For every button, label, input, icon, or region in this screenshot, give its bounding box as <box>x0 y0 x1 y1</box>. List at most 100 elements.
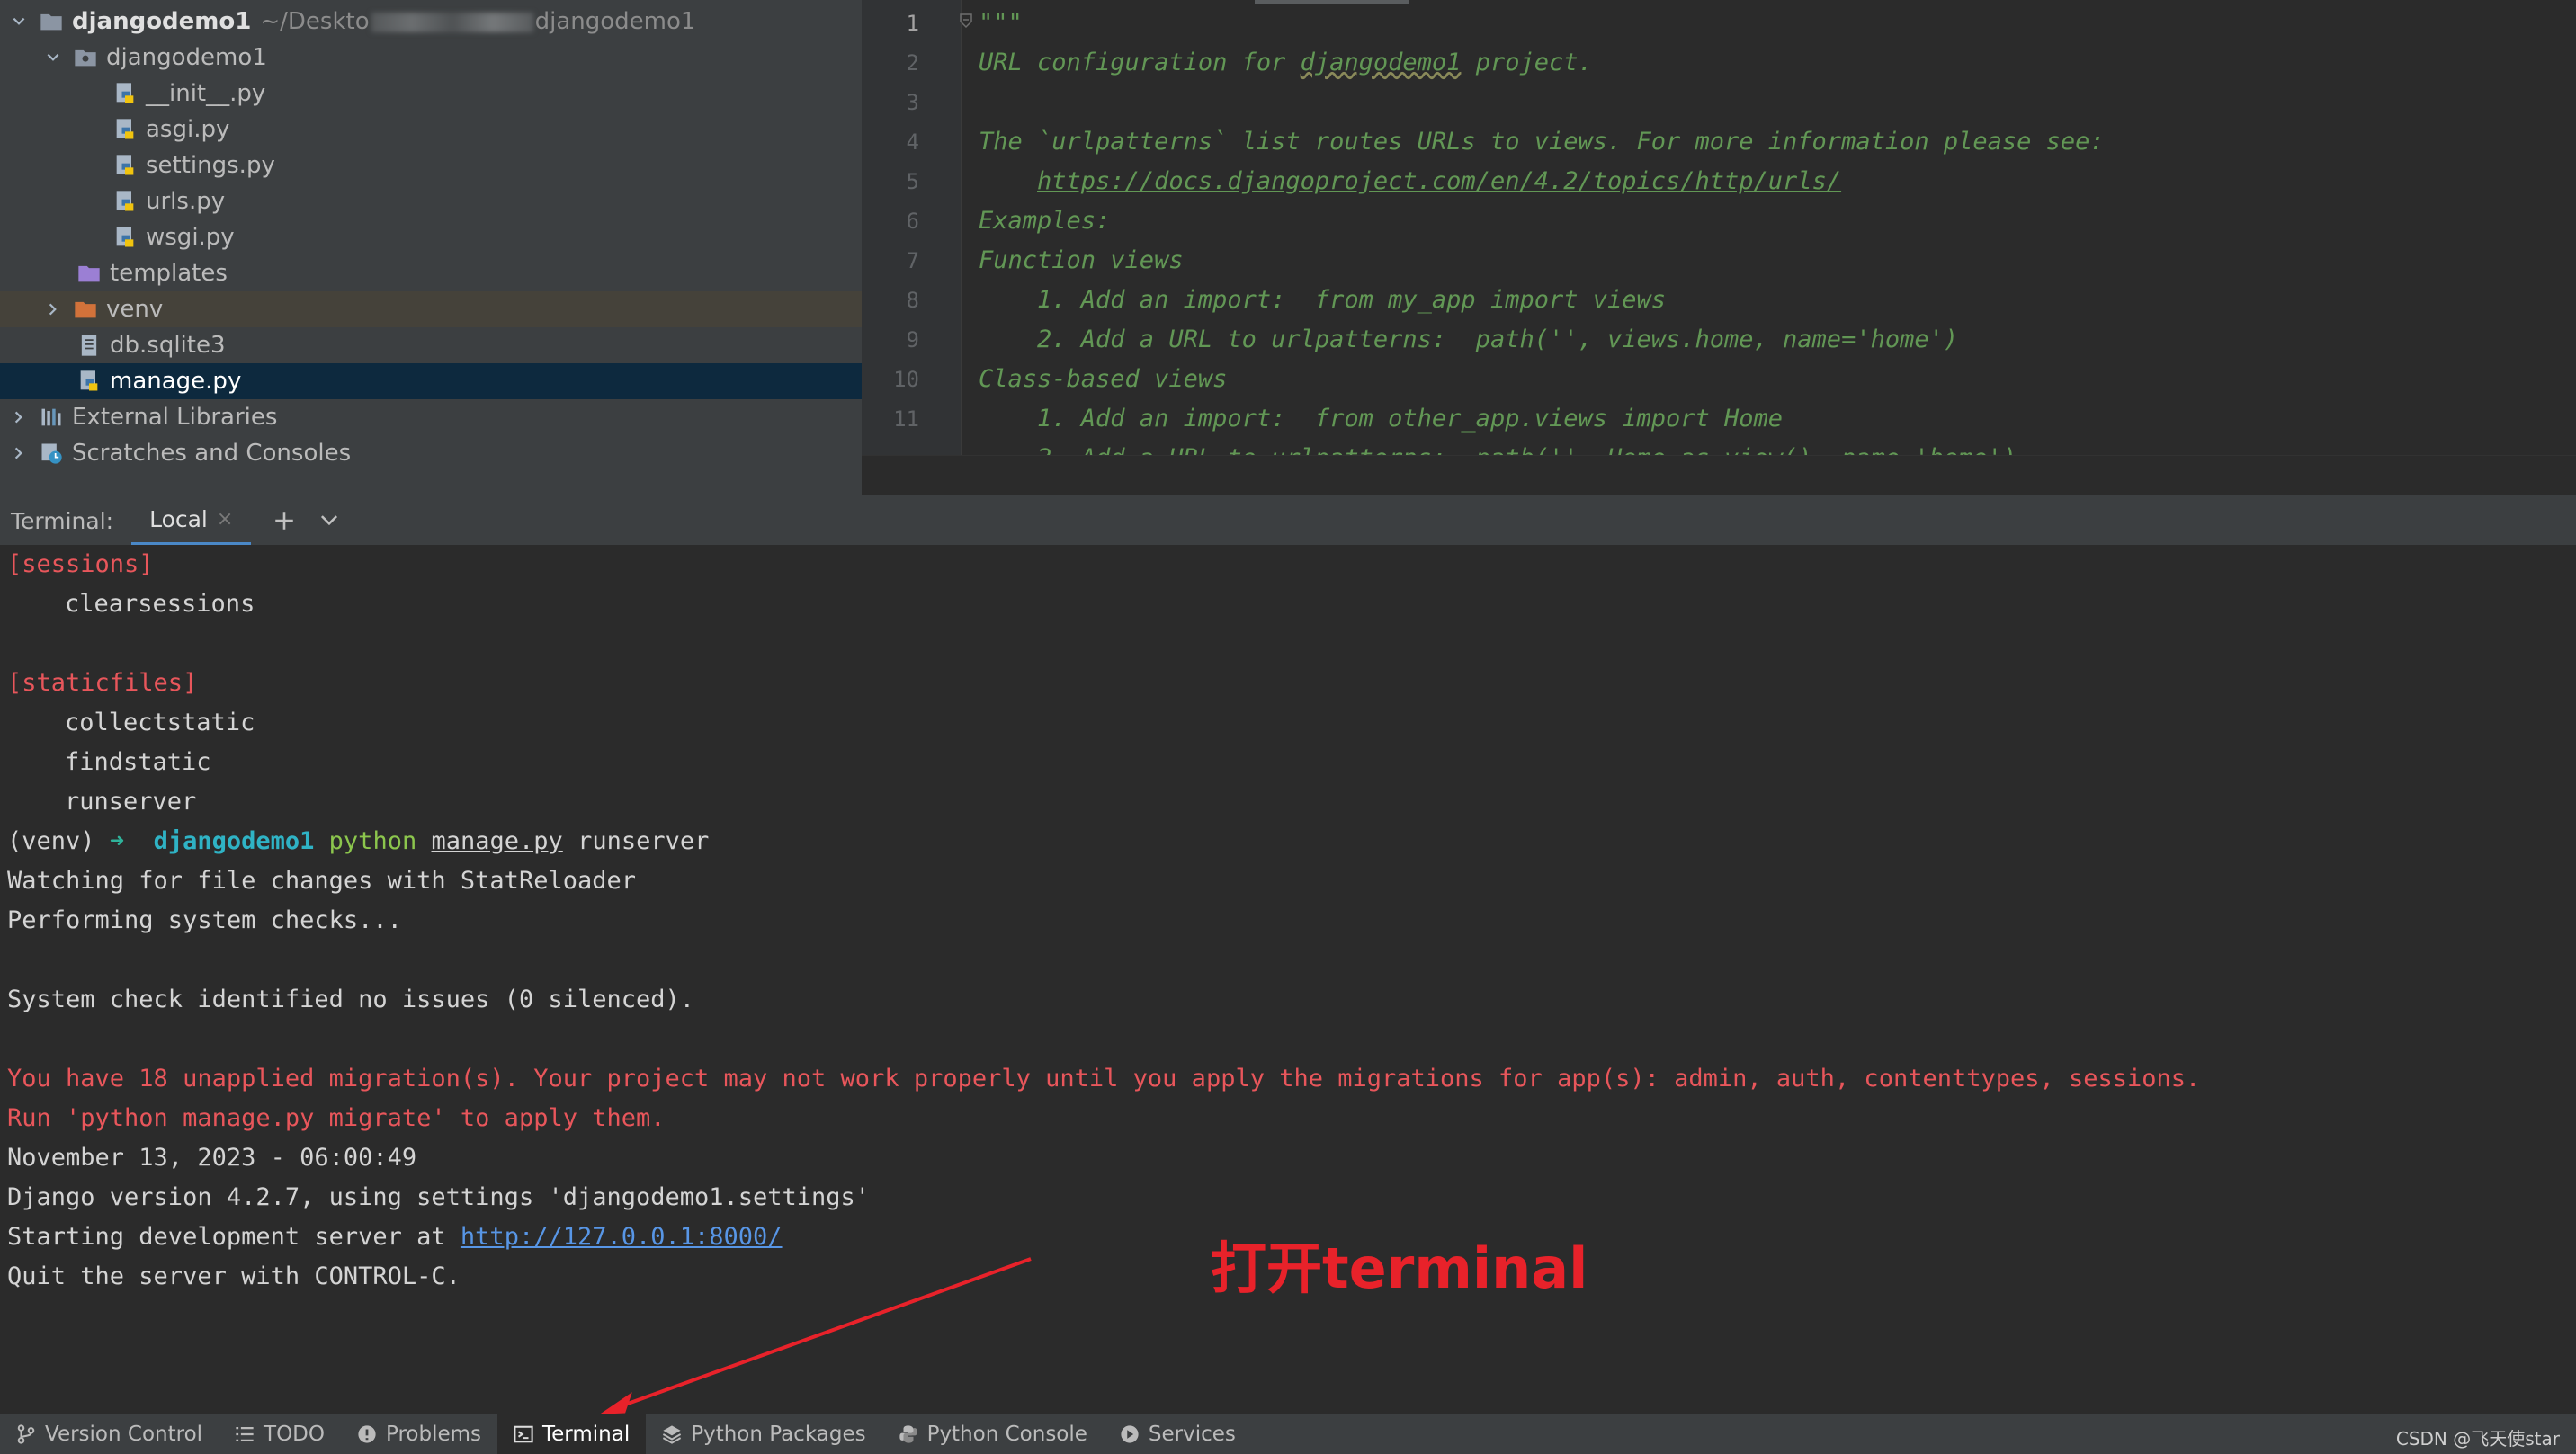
terminal-line: findstatic <box>65 748 211 776</box>
code-editor[interactable]: 1 2 3 4 5 6 7 8 9 10 11 """ URL configur… <box>862 0 2576 495</box>
services-button[interactable]: Services <box>1104 1414 1252 1454</box>
code-line: The `urlpatterns` list routes URLs to vi… <box>979 128 2105 156</box>
code-line: 1. Add an import: from other_app.views i… <box>979 405 1784 433</box>
redacted-path <box>371 12 533 32</box>
templates-folder-name: templates <box>110 260 228 287</box>
line-number: 4 <box>906 129 919 155</box>
code-line: https://docs.djangoproject.com/en/4.2/to… <box>979 162 1841 201</box>
plus-icon <box>275 512 294 530</box>
file-name: urls.py <box>146 188 226 215</box>
watermark: CSDN @飞天使star <box>2395 1428 2560 1450</box>
tree-external-libraries-row[interactable]: External Libraries <box>0 399 862 435</box>
line-number: 2 <box>906 50 919 76</box>
tab-local-label: Local <box>149 505 208 532</box>
terminal-title: Terminal: <box>11 507 114 534</box>
file-name: __init__.py <box>146 80 266 107</box>
python-icon <box>899 1425 917 1443</box>
layers-icon <box>663 1425 682 1444</box>
terminal-prompt: (venv) ➜ djangodemo1 python manage.py ru… <box>7 827 710 855</box>
tool-window-bar: Version Control TODO Problems Terminal P… <box>0 1414 2576 1454</box>
code-line: URL configuration for djangodemo1 projec… <box>979 49 1593 76</box>
python-file-icon <box>112 188 139 215</box>
code-line: """ <box>979 9 1023 37</box>
terminal-line: Performing system checks... <box>7 906 402 934</box>
terminal-line: Watching for file changes with StatReloa… <box>7 867 636 895</box>
terminal-warning-line: Run 'python manage.py migrate' to apply … <box>7 1104 666 1132</box>
terminal-line: Django version 4.2.7, using settings 'dj… <box>7 1183 871 1211</box>
python-console-button[interactable]: Python Console <box>882 1414 1104 1454</box>
tree-file-row-selected[interactable]: manage.py <box>0 363 862 399</box>
python-file-icon <box>112 152 139 179</box>
info-icon <box>358 1425 376 1443</box>
database-file-icon <box>76 332 103 359</box>
line-number: 5 <box>906 169 919 194</box>
list-icon <box>236 1427 254 1441</box>
venv-folder-name: venv <box>106 296 164 323</box>
project-name-token: djangodemo1 <box>1300 49 1462 76</box>
terminal-button[interactable]: Terminal <box>497 1414 647 1454</box>
chevron-down-icon[interactable] <box>9 12 29 31</box>
prompt-arrow-icon: ➜ <box>109 827 125 855</box>
tree-venv-row[interactable]: venv <box>0 291 862 327</box>
scratches-label: Scratches and Consoles <box>72 440 352 467</box>
line-number: 1 <box>906 11 919 36</box>
tree-scratches-row[interactable]: Scratches and Consoles <box>0 435 862 471</box>
python-file-icon <box>112 224 139 251</box>
package-name: djangodemo1 <box>106 44 267 71</box>
terminal-icon <box>514 1425 533 1443</box>
line-number: 7 <box>906 248 919 273</box>
python-packages-button[interactable]: Python Packages <box>646 1414 881 1454</box>
terminal-line: runserver <box>65 788 197 816</box>
tree-templates-row[interactable]: templates <box>0 255 862 291</box>
chevron-right-icon[interactable] <box>9 443 29 463</box>
fold-marker-icon[interactable] <box>959 13 973 29</box>
line-number-gutter: 1 2 3 4 5 6 7 8 9 10 11 <box>862 0 962 455</box>
code-line: 1. Add an import: from my_app import vie… <box>979 286 1667 314</box>
terminal-line: November 13, 2023 - 06:00:49 <box>7 1144 417 1172</box>
server-url-link[interactable]: http://127.0.0.1:8000/ <box>461 1223 783 1251</box>
scratches-icon <box>38 440 65 467</box>
docs-link[interactable]: https://docs.djangoproject.com/en/4.2/to… <box>1037 167 1841 195</box>
terminal-line: [staticfiles] <box>7 669 198 697</box>
line-number: 9 <box>906 327 919 352</box>
problems-button[interactable]: Problems <box>341 1414 497 1454</box>
chevron-right-icon[interactable] <box>9 407 29 427</box>
folder-icon <box>38 8 65 35</box>
tree-file-row[interactable]: __init__.py <box>0 76 862 112</box>
code-line: Class-based views <box>979 365 1228 393</box>
excluded-folder-icon <box>72 296 99 323</box>
new-tab-button[interactable] <box>273 509 296 532</box>
terminal-toolbar: Terminal: Local × <box>0 495 2576 547</box>
tree-file-row[interactable]: settings.py <box>0 147 862 183</box>
line-number: 11 <box>893 406 919 432</box>
todo-button[interactable]: TODO <box>219 1414 341 1454</box>
code-line: Examples: <box>979 207 1111 235</box>
terminal-line: [sessions] <box>7 550 154 578</box>
file-name: asgi.py <box>146 116 230 143</box>
external-libraries-label: External Libraries <box>72 404 278 431</box>
project-tree-panel: djangodemo1 ~/Deskto djangodemo1 djangode… <box>0 0 862 495</box>
editor-horizontal-scrollbar[interactable] <box>862 455 2576 495</box>
file-name: settings.py <box>146 152 275 179</box>
branch-icon <box>17 1424 35 1444</box>
editor-scroll-indicator[interactable] <box>1255 0 1409 4</box>
tree-package-row[interactable]: djangodemo1 <box>0 40 862 76</box>
library-icon <box>38 404 65 431</box>
version-control-button[interactable]: Version Control <box>0 1414 219 1454</box>
tree-file-row[interactable]: db.sqlite3 <box>0 327 862 363</box>
tree-root-row[interactable]: djangodemo1 ~/Deskto djangodemo1 <box>0 4 862 40</box>
tree-file-row[interactable]: asgi.py <box>0 112 862 147</box>
chevron-right-icon[interactable] <box>43 299 63 319</box>
package-folder-icon <box>72 44 99 71</box>
file-name: db.sqlite3 <box>110 332 226 359</box>
tree-file-row[interactable]: urls.py <box>0 183 862 219</box>
tab-local[interactable]: Local × <box>131 495 252 546</box>
chevron-down-icon[interactable] <box>43 48 63 67</box>
chevron-down-icon <box>321 515 338 526</box>
tab-dropdown-button[interactable] <box>318 509 341 532</box>
tree-file-row[interactable]: wsgi.py <box>0 219 862 255</box>
file-name: wsgi.py <box>146 224 235 251</box>
play-circle-icon <box>1121 1425 1139 1443</box>
close-icon[interactable]: × <box>217 508 233 531</box>
line-number: 6 <box>906 209 919 234</box>
